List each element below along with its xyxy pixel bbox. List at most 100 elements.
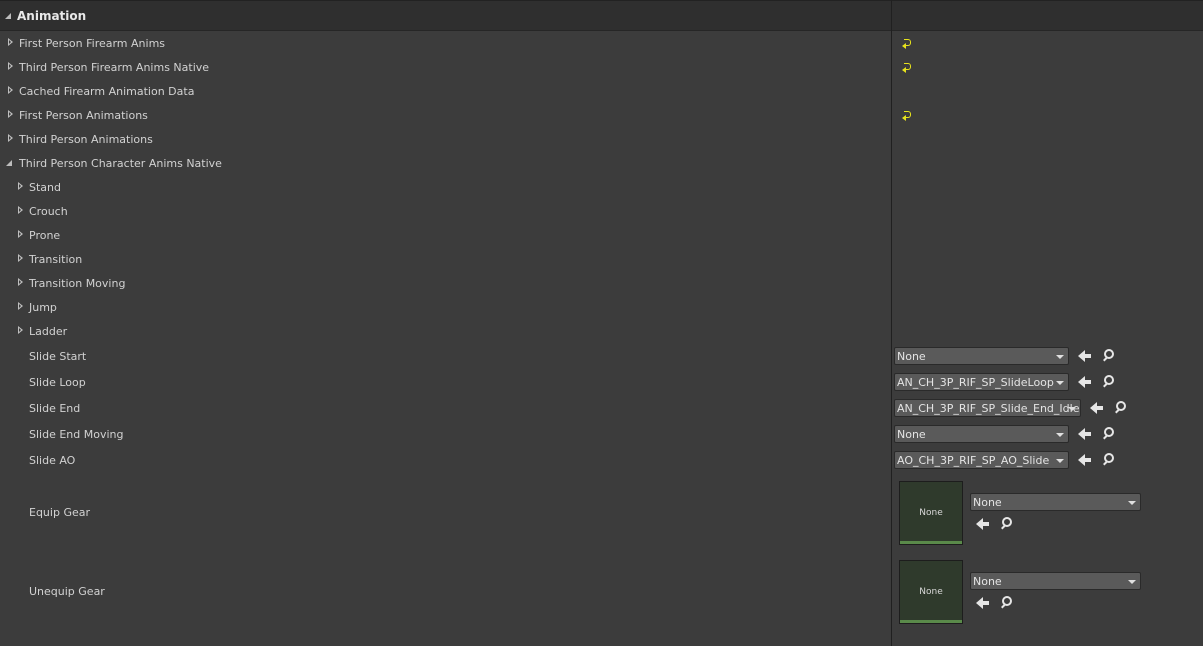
asset-property-row: Unequip Gear bbox=[0, 579, 891, 603]
asset-combo[interactable]: AO_CH_3P_RIF_SP_AO_Slide bbox=[894, 451, 1069, 469]
property-row[interactable]: Third Person Animations bbox=[0, 127, 891, 151]
browse-asset-icon[interactable] bbox=[999, 595, 1013, 609]
details-panel: Animation First Person Firearm Anims Thi… bbox=[0, 0, 1203, 646]
property-row[interactable]: First Person Firearm Anims bbox=[0, 31, 891, 55]
subgroup-label: Jump bbox=[29, 301, 57, 314]
use-selected-asset-icon[interactable] bbox=[1078, 376, 1092, 388]
category-header-animation[interactable]: Animation bbox=[0, 0, 1203, 31]
asset-property-row: Equip Gear bbox=[0, 500, 891, 524]
subgroup-label: Transition bbox=[29, 253, 83, 266]
expand-arrow-icon[interactable] bbox=[18, 182, 23, 190]
property-label: Unequip Gear bbox=[29, 585, 105, 598]
use-selected-asset-icon[interactable] bbox=[1078, 428, 1092, 440]
asset-combo-value: AO_CH_3P_RIF_SP_AO_Slide bbox=[897, 454, 1050, 467]
property-row-expanded[interactable]: Third Person Character Anims Native bbox=[0, 151, 891, 175]
property-label: First Person Animations bbox=[19, 109, 148, 122]
property-row[interactable]: Third Person Firearm Anims Native bbox=[0, 55, 891, 79]
use-selected-asset-icon[interactable] bbox=[976, 597, 990, 609]
chevron-down-icon bbox=[1068, 407, 1076, 411]
expand-arrow-icon[interactable] bbox=[8, 38, 13, 46]
thumbnail-label: None bbox=[919, 587, 943, 597]
asset-combo-value: None bbox=[973, 496, 1002, 509]
asset-property-row: Slide Start bbox=[0, 344, 891, 368]
asset-combo[interactable]: None bbox=[894, 425, 1069, 443]
asset-combo[interactable]: AN_CH_3P_RIF_SP_Slide_End_Idle bbox=[894, 399, 1081, 417]
expand-arrow-icon[interactable] bbox=[8, 86, 13, 94]
asset-combo[interactable]: None bbox=[894, 347, 1069, 365]
property-label: Cached Firearm Animation Data bbox=[19, 85, 195, 98]
property-row[interactable]: First Person Animations bbox=[0, 103, 891, 127]
property-label: Equip Gear bbox=[29, 506, 90, 519]
chevron-down-icon bbox=[1056, 433, 1064, 437]
expand-arrow-icon[interactable] bbox=[8, 134, 13, 142]
column-divider[interactable] bbox=[891, 0, 892, 646]
property-row[interactable]: Cached Firearm Animation Data bbox=[0, 79, 891, 103]
browse-asset-icon[interactable] bbox=[1113, 400, 1127, 414]
asset-combo-value: None bbox=[897, 350, 926, 363]
use-selected-asset-icon[interactable] bbox=[1090, 402, 1104, 414]
subgroup-row[interactable]: Ladder bbox=[0, 319, 891, 343]
subgroup-label: Stand bbox=[29, 181, 61, 194]
chevron-down-icon bbox=[1056, 459, 1064, 463]
use-selected-asset-icon[interactable] bbox=[976, 518, 990, 530]
asset-combo[interactable]: AN_CH_3P_RIF_SP_SlideLoop bbox=[894, 373, 1069, 391]
browse-asset-icon[interactable] bbox=[1101, 426, 1115, 440]
subgroup-label: Transition Moving bbox=[29, 277, 126, 290]
use-selected-asset-icon[interactable] bbox=[1078, 350, 1092, 362]
browse-asset-icon[interactable] bbox=[1101, 374, 1115, 388]
asset-property-row: Slide AO bbox=[0, 448, 891, 472]
property-label: Third Person Animations bbox=[19, 133, 153, 146]
asset-combo-value: None bbox=[973, 575, 1002, 588]
subgroup-label: Ladder bbox=[29, 325, 68, 338]
subgroup-label: Prone bbox=[29, 229, 61, 242]
asset-combo-value: AN_CH_3P_RIF_SP_Slide_End_Idle bbox=[897, 402, 1080, 415]
asset-property-row: Slide End bbox=[0, 396, 891, 420]
thumbnail-label: None bbox=[919, 508, 943, 518]
subgroup-row[interactable]: Transition Moving bbox=[0, 271, 891, 295]
asset-combo-value: None bbox=[897, 428, 926, 441]
category-title: Animation bbox=[17, 9, 87, 23]
expand-arrow-icon[interactable] bbox=[18, 278, 23, 286]
chevron-down-icon bbox=[1128, 501, 1136, 505]
expand-arrow-icon[interactable] bbox=[18, 326, 23, 334]
property-label: Slide End Moving bbox=[29, 428, 124, 441]
reset-to-default-icon[interactable] bbox=[902, 63, 912, 73]
property-label: Slide AO bbox=[29, 454, 76, 467]
collapse-arrow-icon[interactable] bbox=[5, 13, 11, 19]
use-selected-asset-icon[interactable] bbox=[1078, 454, 1092, 466]
property-label: First Person Firearm Anims bbox=[19, 37, 166, 50]
browse-asset-icon[interactable] bbox=[1101, 452, 1115, 466]
property-label: Slide Start bbox=[29, 350, 87, 363]
reset-to-default-icon[interactable] bbox=[902, 39, 912, 49]
subgroup-row[interactable]: Prone bbox=[0, 223, 891, 247]
chevron-down-icon bbox=[1056, 355, 1064, 359]
chevron-down-icon bbox=[1056, 381, 1064, 385]
expand-arrow-icon[interactable] bbox=[18, 302, 23, 310]
subgroup-row[interactable]: Jump bbox=[0, 295, 891, 319]
expand-arrow-icon[interactable] bbox=[18, 206, 23, 214]
collapse-arrow-icon[interactable] bbox=[6, 160, 12, 166]
asset-thumbnail[interactable]: None bbox=[899, 560, 963, 624]
subgroup-row[interactable]: Transition bbox=[0, 247, 891, 271]
asset-combo[interactable]: None bbox=[970, 493, 1141, 511]
browse-asset-icon[interactable] bbox=[999, 516, 1013, 530]
browse-asset-icon[interactable] bbox=[1101, 348, 1115, 362]
asset-combo-value: AN_CH_3P_RIF_SP_SlideLoop bbox=[897, 376, 1054, 389]
property-label: Third Person Firearm Anims Native bbox=[19, 61, 210, 74]
property-label: Slide Loop bbox=[29, 376, 86, 389]
property-label: Third Person Character Anims Native bbox=[19, 157, 222, 170]
asset-property-row: Slide Loop bbox=[0, 370, 891, 394]
property-label: Slide End bbox=[29, 402, 81, 415]
subgroup-label: Crouch bbox=[29, 205, 68, 218]
asset-combo[interactable]: None bbox=[970, 572, 1141, 590]
asset-thumbnail[interactable]: None bbox=[899, 481, 963, 545]
asset-property-row: Slide End Moving bbox=[0, 422, 891, 446]
expand-arrow-icon[interactable] bbox=[18, 254, 23, 262]
chevron-down-icon bbox=[1128, 580, 1136, 584]
subgroup-row[interactable]: Crouch bbox=[0, 199, 891, 223]
expand-arrow-icon[interactable] bbox=[8, 110, 13, 118]
reset-to-default-icon[interactable] bbox=[902, 111, 912, 121]
expand-arrow-icon[interactable] bbox=[18, 230, 23, 238]
subgroup-row[interactable]: Stand bbox=[0, 175, 891, 199]
expand-arrow-icon[interactable] bbox=[8, 62, 13, 70]
